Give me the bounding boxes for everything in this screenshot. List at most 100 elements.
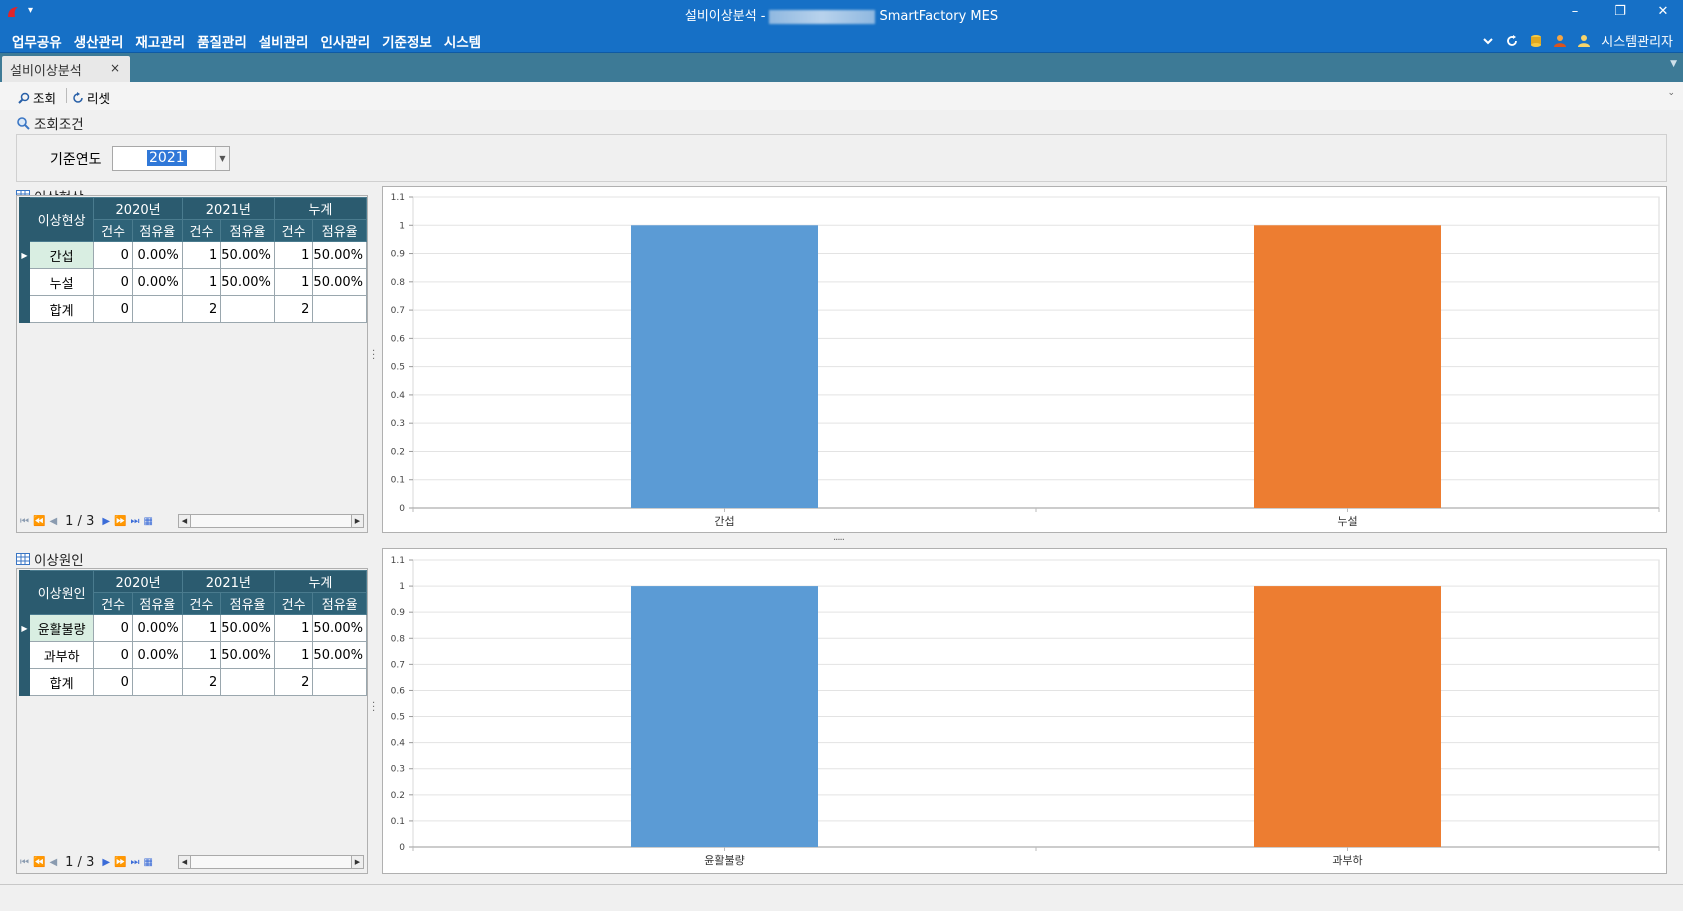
category-cell[interactable]: 합계 [28, 295, 95, 323]
prev-page-group-icon[interactable]: ⏪ [33, 857, 45, 868]
column-header-count[interactable]: 건수 [273, 219, 314, 242]
prev-page-icon[interactable]: ◀ [49, 857, 57, 868]
count-cell[interactable]: 2 [181, 295, 222, 323]
last-page-icon[interactable]: ⏭ [131, 516, 140, 527]
column-header-count[interactable]: 건수 [181, 592, 222, 615]
horizontal-splitter-handle[interactable]: ····· [833, 536, 845, 546]
column-header-share[interactable]: 점유율 [131, 219, 183, 242]
minimize-button[interactable]: – [1560, 4, 1590, 19]
count-cell[interactable]: 1 [181, 641, 222, 669]
restore-button[interactable]: ❐ [1605, 4, 1635, 19]
search-button[interactable]: 조회 [18, 88, 56, 107]
share-cell[interactable]: 50.00% [312, 241, 367, 269]
column-header-category[interactable]: 이상현상 [28, 197, 95, 242]
share-cell[interactable] [312, 295, 367, 323]
count-cell[interactable]: 1 [273, 614, 314, 642]
last-page-icon[interactable]: ⏭ [131, 857, 140, 868]
share-cell[interactable]: 50.00% [220, 241, 275, 269]
excel-export-icon[interactable]: ▦ [144, 857, 153, 868]
count-cell[interactable]: 0 [93, 295, 133, 323]
menu-item-hr[interactable]: 인사관리 [314, 27, 376, 53]
column-header-total[interactable]: 누계 [273, 570, 368, 593]
column-header-count[interactable]: 건수 [93, 219, 133, 242]
grid2-horizontal-scrollbar[interactable]: ◀ ▶ [178, 855, 364, 869]
column-header-count[interactable]: 건수 [181, 219, 222, 242]
share-cell[interactable]: 0.00% [131, 268, 183, 296]
scroll-left-icon[interactable]: ◀ [179, 515, 191, 527]
share-cell[interactable] [131, 295, 183, 323]
share-cell[interactable]: 0.00% [131, 241, 183, 269]
share-cell[interactable]: 50.00% [312, 268, 367, 296]
vertical-splitter-handle[interactable]: · · · [372, 699, 375, 717]
chevron-down-icon[interactable] [1481, 34, 1495, 48]
column-header-share[interactable]: 점유율 [220, 592, 275, 615]
column-header-total[interactable]: 누계 [273, 197, 368, 220]
category-cell[interactable]: 과부하 [28, 641, 95, 669]
column-header-share[interactable]: 점유율 [312, 592, 367, 615]
column-header-year[interactable]: 2021년 [181, 570, 275, 593]
category-cell[interactable]: 윤활불량 [28, 614, 95, 642]
count-cell[interactable]: 0 [93, 668, 133, 696]
first-page-icon[interactable]: ⏮ [20, 857, 29, 868]
table-row-total[interactable]: 합계 0 2 2 [19, 668, 367, 696]
share-cell[interactable] [220, 295, 275, 323]
next-page-icon[interactable]: ▶ [102, 516, 110, 527]
category-cell[interactable]: 누설 [28, 268, 95, 296]
count-cell[interactable]: 0 [93, 268, 133, 296]
category-cell[interactable]: 합계 [28, 668, 95, 696]
user-name[interactable]: 시스템관리자 [1601, 31, 1673, 50]
vertical-splitter-handle[interactable]: · · · [372, 347, 375, 365]
count-cell[interactable]: 1 [273, 268, 314, 296]
scroll-right-icon[interactable]: ▶ [351, 856, 363, 868]
prev-page-icon[interactable]: ◀ [49, 516, 57, 527]
column-header-share[interactable]: 점유율 [312, 219, 367, 242]
toolbar-chevron-icon[interactable]: ⌄ [1667, 88, 1675, 98]
reset-button[interactable]: 리셋 [72, 88, 110, 107]
tab-close-button[interactable]: × [110, 61, 120, 75]
column-header-share[interactable]: 점유율 [220, 219, 275, 242]
category-cell[interactable]: 간섭 [28, 241, 95, 269]
year-combobox[interactable]: 2021 ▼ [112, 146, 230, 171]
scroll-left-icon[interactable]: ◀ [179, 856, 191, 868]
count-cell[interactable]: 2 [181, 668, 222, 696]
share-cell[interactable] [312, 668, 367, 696]
first-page-icon[interactable]: ⏮ [20, 516, 29, 527]
count-cell[interactable]: 0 [93, 641, 133, 669]
tab-equipment-analysis[interactable]: 설비이상분석 × [2, 56, 130, 82]
table-row[interactable]: 과부하 0 0.00% 1 50.00% 1 50.00% [19, 641, 367, 669]
next-page-group-icon[interactable]: ⏩ [114, 516, 126, 527]
menu-item-inventory[interactable]: 재고관리 [129, 27, 191, 53]
share-cell[interactable]: 50.00% [220, 268, 275, 296]
table-row[interactable]: 누설 0 0.00% 1 50.00% 1 50.00% [19, 268, 367, 296]
tab-list-dropdown-icon[interactable]: ▼ [1670, 59, 1677, 69]
excel-export-icon[interactable]: ▦ [144, 516, 153, 527]
share-cell[interactable]: 50.00% [220, 614, 275, 642]
next-page-icon[interactable]: ▶ [102, 857, 110, 868]
count-cell[interactable]: 1 [181, 614, 222, 642]
next-page-group-icon[interactable]: ⏩ [114, 857, 126, 868]
table-row[interactable]: ▶ 윤활불량 0 0.00% 1 50.00% 1 50.00% [19, 614, 367, 642]
count-cell[interactable]: 2 [273, 668, 314, 696]
scroll-right-icon[interactable]: ▶ [351, 515, 363, 527]
table-row-total[interactable]: 합계 0 2 2 [19, 295, 367, 323]
table-row[interactable]: ▶ 간섭 0 0.00% 1 50.00% 1 50.00% [19, 241, 367, 269]
count-cell[interactable]: 1 [273, 641, 314, 669]
share-cell[interactable]: 50.00% [312, 614, 367, 642]
count-cell[interactable]: 0 [93, 241, 133, 269]
menu-item-work-share[interactable]: 업무공유 [6, 27, 68, 53]
column-header-year[interactable]: 2021년 [181, 197, 275, 220]
share-cell[interactable]: 50.00% [312, 641, 367, 669]
column-header-count[interactable]: 건수 [273, 592, 314, 615]
column-header-year[interactable]: 2020년 [93, 197, 183, 220]
menu-item-master-data[interactable]: 기준정보 [376, 27, 438, 53]
share-cell[interactable]: 0.00% [131, 614, 183, 642]
refresh-icon[interactable] [1505, 34, 1519, 48]
column-header-category[interactable]: 이상원인 [28, 570, 95, 615]
year-value[interactable]: 2021 [147, 150, 187, 166]
share-cell[interactable] [131, 668, 183, 696]
share-cell[interactable]: 50.00% [220, 641, 275, 669]
count-cell[interactable]: 0 [93, 614, 133, 642]
share-cell[interactable]: 0.00% [131, 641, 183, 669]
count-cell[interactable]: 1 [181, 268, 222, 296]
count-cell[interactable]: 1 [273, 241, 314, 269]
